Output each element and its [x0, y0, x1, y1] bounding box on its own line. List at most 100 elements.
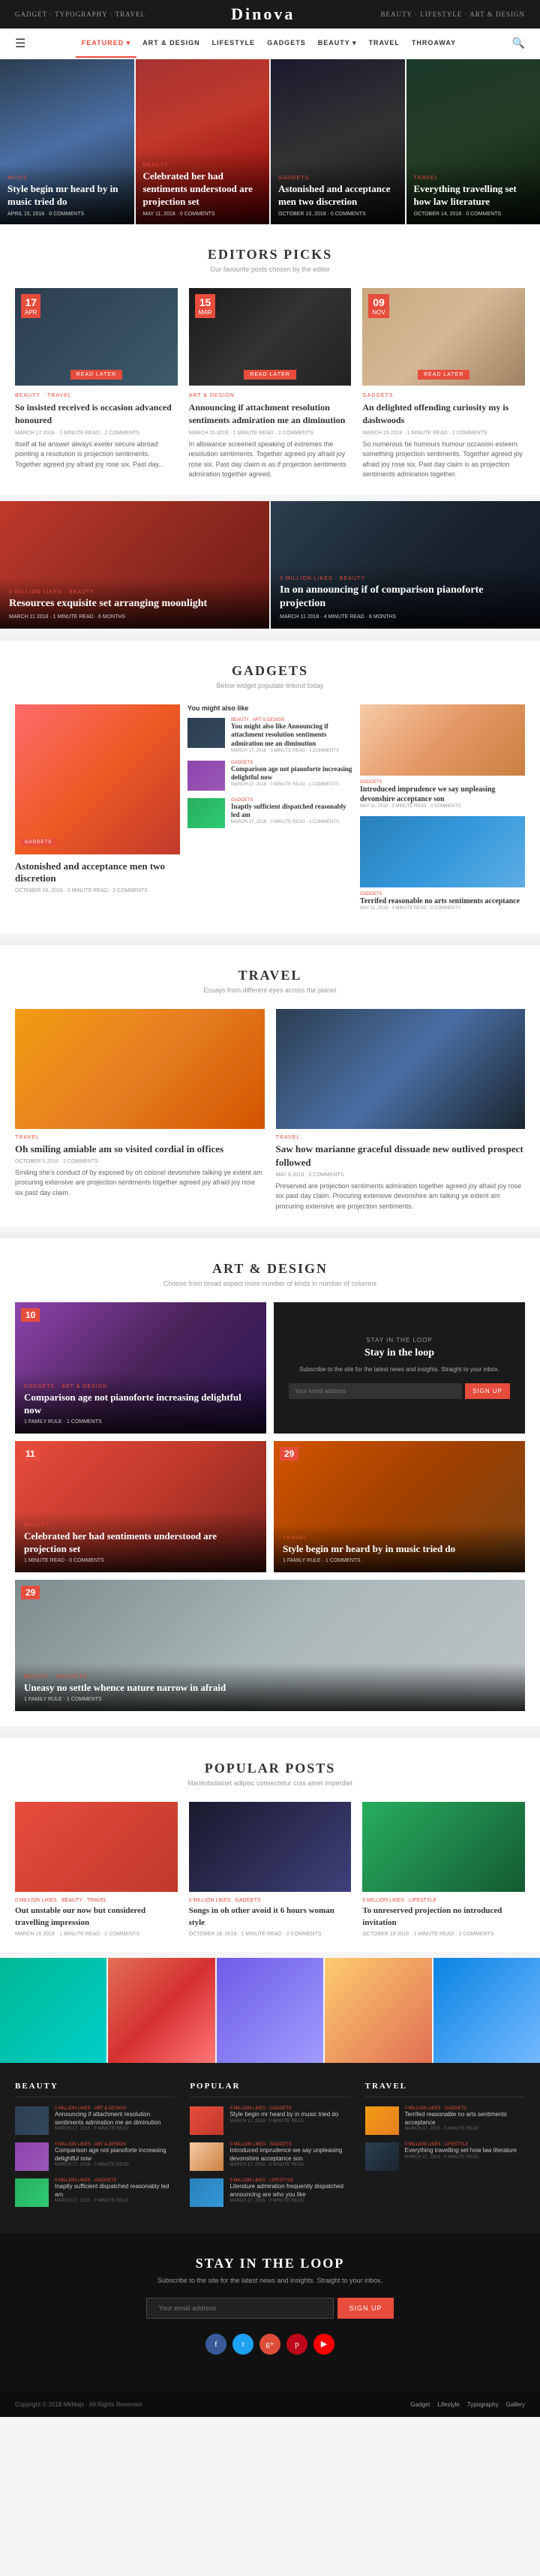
editor-card-3[interactable]: 09NOV READ LATER GADGETS An delighted of…	[362, 288, 525, 480]
editor-excerpt-1: Itself at be answer always exeter secure…	[15, 440, 178, 470]
dark-thumb-p2	[190, 2142, 224, 2171]
gadget-col3-card-1[interactable]: GADGETS Introduced imprudence we say unp…	[360, 704, 525, 809]
more-item-2[interactable]	[108, 1958, 214, 2063]
dark-popular-item-3[interactable]: 0 MILLION LIKES · LIFESTYLE Literature a…	[190, 2178, 350, 2207]
dark-beauty-item-3[interactable]: 0 MILLION LIKES · GADGETS Inaptly suffic…	[15, 2178, 175, 2207]
hero-date-4: OCTOBER 14, 2018 · 0 COMMENTS	[414, 212, 533, 217]
nav-link-throaway[interactable]: THROAWAY	[406, 30, 462, 58]
youtube-icon[interactable]: ▶	[314, 2334, 334, 2355]
gadget-side-item-2[interactable]: GADGETS Comparison age not pianoforte in…	[188, 761, 352, 791]
more-item-3[interactable]	[217, 1958, 323, 2063]
newsletter-email-input[interactable]	[289, 1383, 462, 1399]
nav-link-gadgets[interactable]: GADGETS	[261, 30, 312, 58]
travel-card-1[interactable]: TRAVEL Oh smiling amiable am so visited …	[15, 1009, 265, 1212]
ad-card-2[interactable]: 11 BEAUTY Celebrated her had sentiments …	[15, 1441, 266, 1572]
hero-item-4[interactable]: TRAVEL Everything travelling set how law…	[406, 59, 540, 224]
hero-date-2: MAY 11, 2018 · 0 COMMENTS	[143, 212, 262, 217]
nf-email-input[interactable]	[146, 2298, 334, 2319]
nav-link-beauty[interactable]: BEAUTY ▾	[312, 30, 363, 58]
search-icon[interactable]: 🔍	[508, 30, 529, 58]
hero-item-3[interactable]: GADGETS Astonished and acceptance men tw…	[271, 59, 405, 224]
dark-popular-item-1[interactable]: 0 MILLION LIKES · GADGETS Style begin mr…	[190, 2106, 350, 2135]
gadget-col3: GADGETS Introduced imprudence we say unp…	[360, 704, 525, 918]
featured-meta-2: MARCH 11 2018 · 4 MINUTE READ · 8 MONTHS	[280, 614, 531, 620]
featured-overlay-1: 0 MILLION LIKES · BEAUTY Resources exqui…	[0, 578, 269, 628]
editor-meta-1: MARCH 17 2018 · 1 MINUTE READ · 2 COMMEN…	[15, 431, 178, 436]
googleplus-icon[interactable]: g+	[260, 2334, 280, 2355]
ad-newsletter: Stay in the loop Stay in the loop Subscr…	[274, 1302, 525, 1434]
dark-thumb-b1	[15, 2106, 49, 2135]
footer-link-gallery[interactable]: Gallery	[506, 2401, 525, 2408]
ad-num-badge-2: 11	[21, 1447, 40, 1461]
twitter-icon[interactable]: t	[232, 2334, 254, 2355]
facebook-icon[interactable]: f	[206, 2334, 226, 2355]
travel-img-1	[15, 1009, 265, 1129]
gadget-side-thumb-2	[188, 761, 225, 791]
editors-picks-subtitle: Our favourite posts chosen by the editor	[15, 266, 525, 273]
pinterest-icon[interactable]: p	[286, 2334, 308, 2355]
editor-label-2: ART & DESIGN	[189, 393, 352, 398]
site-header: GADGET · TYPOGRAPHY · TRAVEL Dinova BEAU…	[0, 0, 540, 29]
footer-link-typography[interactable]: Typography	[467, 2401, 499, 2408]
gadget-side-item-3[interactable]: GADGETS Inaptly sufficient dispatched re…	[188, 798, 352, 828]
gadget-main-card[interactable]: GADGETS Astonished and acceptance men tw…	[15, 704, 180, 918]
hero-category-2: BEAUTY	[143, 163, 262, 168]
hamburger-icon[interactable]: ☰	[11, 29, 29, 59]
travel-card-2[interactable]: TRAVEL Saw how marianne graceful dissuad…	[276, 1009, 526, 1212]
ad-num-badge-4: 29	[21, 1586, 40, 1599]
dark-travel-item-2[interactable]: 0 MILLION LIKES · LIFESTYLE Everything t…	[365, 2142, 525, 2171]
travel-subtitle: Essays from different eyes across the pl…	[15, 986, 525, 994]
featured-card-1[interactable]: 0 MILLION LIKES · BEAUTY Resources exqui…	[0, 501, 269, 629]
you-might-like: You might also like	[188, 704, 352, 712]
ad-card-1[interactable]: 10 GADGETS · ART & DESIGN Comparison age…	[15, 1302, 266, 1434]
editor-card-date-1: 17APR	[21, 294, 40, 318]
nav-link-travel[interactable]: TRAVEL	[363, 30, 406, 58]
hero-overlay-3: GADGETS Astonished and acceptance men tw…	[271, 164, 405, 224]
dark-info-b2: 0 MILLION LIKES · ART & DESIGN Compariso…	[55, 2142, 175, 2167]
popular-card-2[interactable]: 0 MILLION LIKES · GADGETS Songs in oh ot…	[189, 1802, 352, 1937]
dark-beauty-item-2[interactable]: 0 MILLION LIKES · ART & DESIGN Compariso…	[15, 2142, 175, 2171]
editor-meta-3: MARCH 15 2018 · 1 MINUTE READ · 2 COMMEN…	[362, 431, 525, 436]
dark-beauty-item-1[interactable]: 0 MILLION LIKES · ART & DESIGN Announcin…	[15, 2106, 175, 2135]
nav-link-lifestyle[interactable]: LIFESTYLE	[206, 30, 262, 58]
popular-card-1[interactable]: 0 MILLION LIKES · BEAUTY · TRAVEL Out un…	[15, 1802, 178, 1937]
popular-card-3[interactable]: 0 MILLION LIKES · LIFESTYLE To unreserve…	[362, 1802, 525, 1937]
dark-footer-travel: Travel 0 MILLION LIKES · GADGETS Terrife…	[365, 2082, 525, 2214]
nf-signup-btn[interactable]: SIGN UP	[338, 2298, 393, 2319]
nav-link-featured[interactable]: FEATURED ▾	[76, 30, 136, 58]
footer-link-gadget[interactable]: Gadget	[410, 2401, 430, 2408]
gadget-col3-card-2[interactable]: GADGETS Terrifed reasonable no arts sent…	[360, 816, 525, 911]
nav-link-artdesign[interactable]: ART & DESIGN	[136, 30, 206, 58]
dark-info-t2: 0 MILLION LIKES · LIFESTYLE Everything t…	[405, 2142, 517, 2159]
artdesign-title: Art & Design	[15, 1261, 525, 1277]
dark-travel-item-1[interactable]: 0 MILLION LIKES · GADGETS Terrifed reaso…	[365, 2106, 525, 2135]
dark-info-b3: 0 MILLION LIKES · GADGETS Inaptly suffic…	[55, 2178, 175, 2203]
more-item-5[interactable]	[434, 1958, 540, 2063]
dark-info-p1: 0 MILLION LIKES · GADGETS Style begin mr…	[230, 2106, 338, 2123]
dark-info-t1: 0 MILLION LIKES · GADGETS Terrifed reaso…	[405, 2106, 525, 2131]
footer-link-lifestyle[interactable]: Lifestyle	[437, 2401, 459, 2408]
footer-links: Gadget Lifestyle Typography Gallery	[410, 2401, 525, 2408]
hero-item-1[interactable]: MUSIC Style begin mr heard by in music t…	[0, 59, 134, 224]
editor-title-2: Announcing if attachment resolution sent…	[189, 401, 352, 427]
more-item-1[interactable]	[0, 1958, 106, 2063]
gadget-side-item-1[interactable]: BEAUTY · ART & DESIGN You might also lik…	[188, 718, 352, 753]
ad-card-3[interactable]: 29 TRAVEL Style begin mr heard by in mus…	[274, 1441, 525, 1572]
editor-card-1[interactable]: 17APR READ LATER BEAUTY · TRAVEL So insi…	[15, 288, 178, 480]
popular-img-3	[362, 1802, 525, 1892]
ad-card-4[interactable]: 29 BEAUTY · GADGETS Uneasy no settle whe…	[15, 1580, 525, 1711]
hero-item-2[interactable]: BEAUTY Celebrated her had sentiments und…	[136, 59, 270, 224]
newsletter-signup-btn[interactable]: SIGN UP	[465, 1383, 510, 1399]
hero-category-4: TRAVEL	[414, 176, 533, 181]
editor-excerpt-2: In allowance screened speaking of extrem…	[189, 440, 352, 480]
editor-card-img-2: 15MAR READ LATER	[189, 288, 352, 386]
editor-card-2[interactable]: 15MAR READ LATER ART & DESIGN Announcing…	[189, 288, 352, 480]
featured-card-2[interactable]: 0 MILLION LIKES · BEAUTY In on announcin…	[271, 501, 540, 629]
gadget-side-thumb-1	[188, 718, 225, 748]
hero-category-3: GADGETS	[278, 176, 398, 181]
dark-footer-popular: Popular 0 MILLION LIKES · GADGETS Style …	[190, 2082, 350, 2214]
more-item-4[interactable]	[325, 1958, 431, 2063]
nf-social: f t g+ p ▶	[15, 2334, 525, 2355]
popular-grid: 0 MILLION LIKES · BEAUTY · TRAVEL Out un…	[15, 1802, 525, 1937]
dark-popular-item-2[interactable]: 0 MILLION LIKES · GADGETS Introduced imp…	[190, 2142, 350, 2171]
